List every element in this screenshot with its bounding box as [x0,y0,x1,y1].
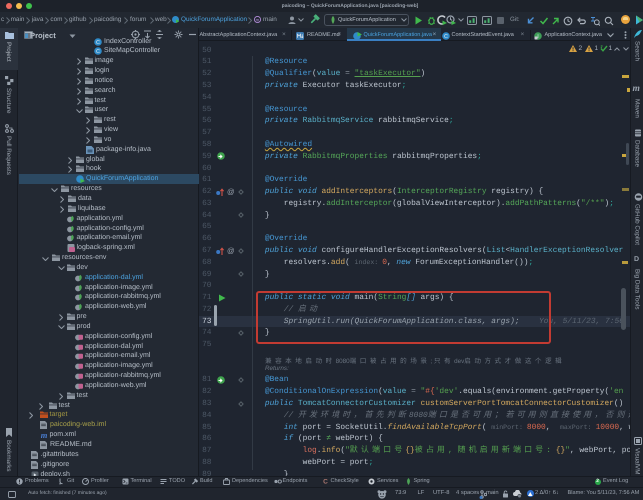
svg-text:C: C [323,479,328,486]
svg-text:C: C [96,40,100,46]
svg-text:m: m [40,431,47,439]
svg-text:m: m [256,18,260,23]
svg-text:C: C [96,49,100,55]
svg-text:C: C [444,34,448,40]
